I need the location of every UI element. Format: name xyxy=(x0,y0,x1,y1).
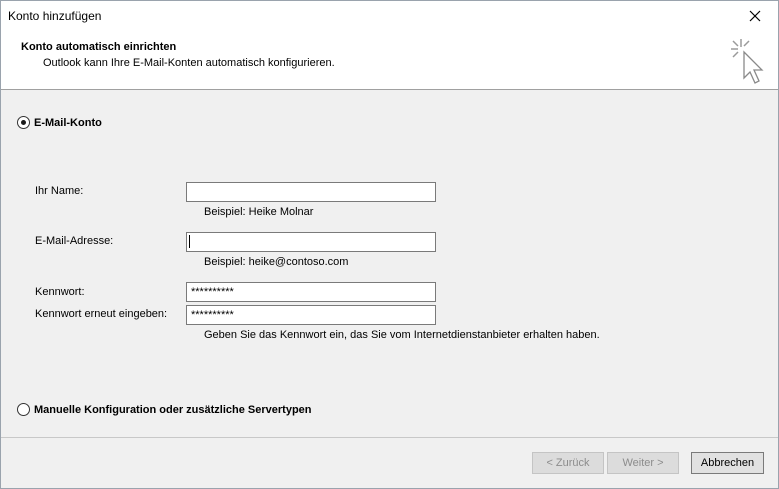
manual-config-label: Manuelle Konfiguration oder zusätzliche … xyxy=(34,403,312,416)
radio-indicator-checked xyxy=(17,116,30,129)
manual-config-radio[interactable]: Manuelle Konfiguration oder zusätzliche … xyxy=(17,403,312,416)
next-button[interactable]: Weiter > xyxy=(607,452,679,474)
back-button[interactable]: < Zurück xyxy=(532,452,604,474)
footer-divider xyxy=(1,437,778,438)
header-subtitle: Outlook kann Ihre E-Mail-Konten automati… xyxy=(43,57,335,69)
name-hint: Beispiel: Heike Molnar xyxy=(204,206,314,218)
close-button[interactable] xyxy=(732,1,778,31)
cancel-button[interactable]: Abbrechen xyxy=(691,452,764,474)
radio-indicator-unchecked xyxy=(17,403,30,416)
name-input[interactable] xyxy=(186,182,436,202)
password-input[interactable] xyxy=(186,282,436,302)
password-confirm-input[interactable] xyxy=(186,305,436,325)
email-hint: Beispiel: heike@contoso.com xyxy=(204,256,349,268)
add-account-dialog: Konto hinzufügen Konto automatisch einri… xyxy=(0,0,779,489)
email-account-radio[interactable]: E-Mail-Konto xyxy=(17,116,102,129)
email-input[interactable] xyxy=(186,232,436,252)
title-bar: Konto hinzufügen xyxy=(1,1,778,31)
email-account-label: E-Mail-Konto xyxy=(34,116,102,129)
close-icon xyxy=(749,10,761,22)
email-label: E-Mail-Adresse: xyxy=(35,235,114,247)
password-hint: Geben Sie das Kennwort ein, das Sie vom … xyxy=(204,329,600,341)
password-label: Kennwort: xyxy=(35,286,85,298)
name-label: Ihr Name: xyxy=(35,185,84,197)
header-title: Konto automatisch einrichten xyxy=(21,41,177,53)
wizard-header: Konto automatisch einrichten Outlook kan… xyxy=(1,31,778,90)
password-confirm-label: Kennwort erneut eingeben: xyxy=(35,308,168,320)
window-title: Konto hinzufügen xyxy=(8,9,102,23)
text-cursor xyxy=(189,235,190,248)
magic-cursor-icon xyxy=(731,39,764,84)
